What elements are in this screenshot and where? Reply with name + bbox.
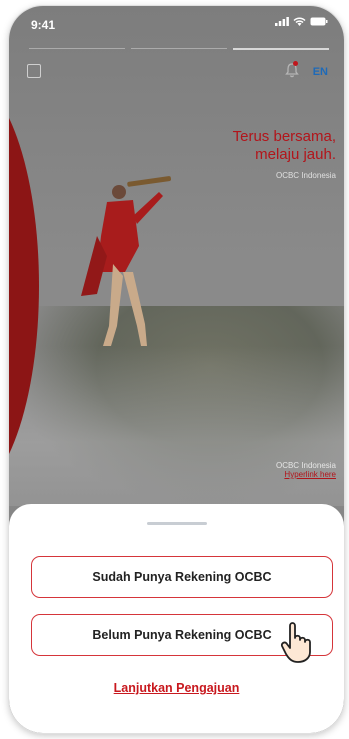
wifi-icon <box>293 17 306 26</box>
progress-segment <box>131 48 227 49</box>
status-icons <box>275 17 328 26</box>
sheet-drag-handle[interactable] <box>147 522 207 525</box>
credit-hyperlink[interactable]: Hyperlink here <box>276 470 336 479</box>
tagline-line-2: melaju jauh. <box>255 146 336 163</box>
existing-account-button[interactable]: Sudah Punya Rekening OCBC <box>31 556 333 598</box>
hero-tagline: Terus bersama, melaju jauh. <box>166 128 336 164</box>
signal-icon <box>275 17 289 26</box>
woman-with-telescope-illustration <box>81 176 172 346</box>
continue-application-link[interactable]: Lanjutkan Pengajuan <box>9 681 344 695</box>
language-toggle[interactable]: EN <box>313 66 328 78</box>
progress-segment-active <box>233 48 329 50</box>
tagline-brand: OCBC Indonesia <box>275 171 336 180</box>
scan-icon[interactable] <box>27 64 41 78</box>
progress-segment <box>29 48 125 49</box>
tap-hand-icon <box>280 622 311 663</box>
onboarding-progress <box>29 48 329 50</box>
notification-dot <box>293 61 298 66</box>
photo-credit: OCBC Indonesia Hyperlink here <box>276 461 336 479</box>
battery-icon <box>310 17 328 26</box>
fog-background <box>9 346 344 506</box>
notification-bell-icon[interactable] <box>284 62 300 82</box>
credit-name: OCBC Indonesia <box>275 461 336 470</box>
status-time: 9:41 <box>31 18 56 32</box>
status-bar: 9:41 <box>9 6 344 36</box>
tagline-line-1: Terus bersama, <box>232 128 336 145</box>
